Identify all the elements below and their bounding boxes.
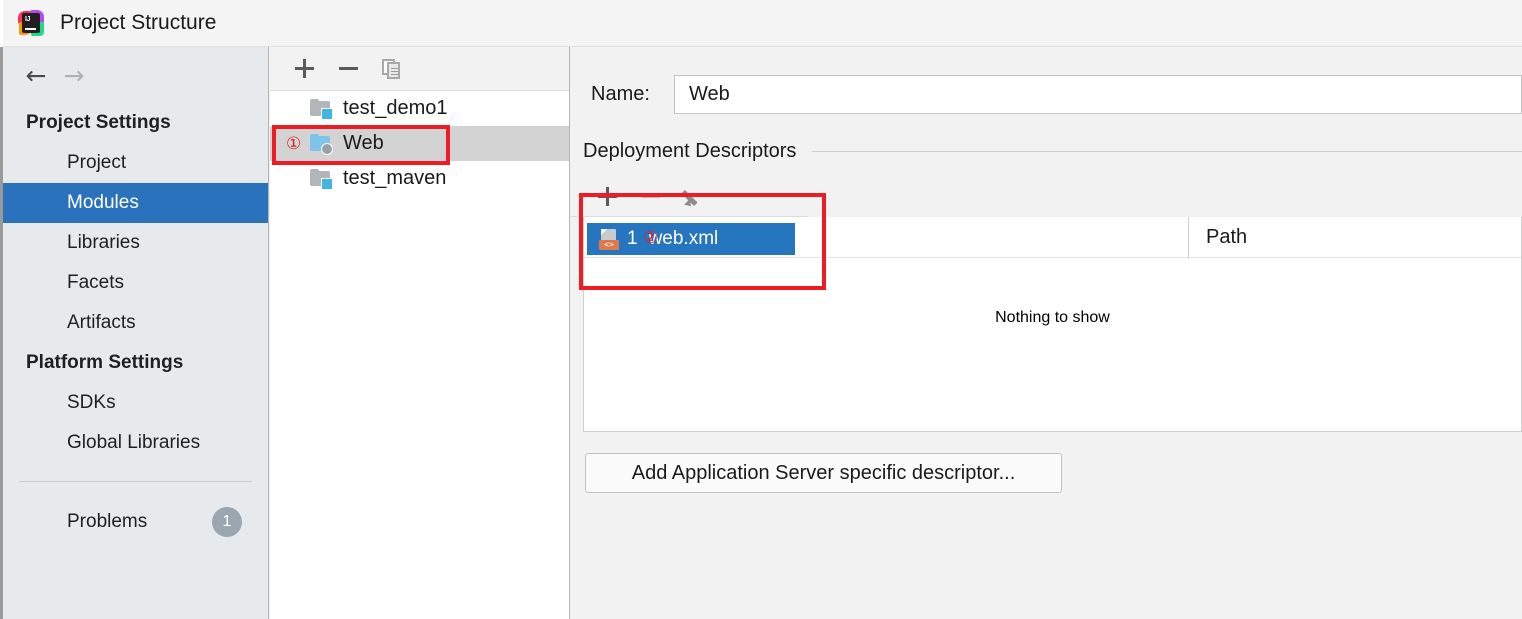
- module-details-panel: Name: Web Deployment Descriptors Path <>: [571, 47, 1522, 619]
- add-application-server-descriptor-button[interactable]: Add Application Server specific descript…: [585, 453, 1062, 493]
- window-titlebar: IJ Project Structure: [0, 0, 1522, 47]
- sidebar-item-global-libraries[interactable]: Global Libraries: [3, 423, 268, 463]
- module-name-row: Name: Web: [571, 74, 1522, 114]
- project-structure-dialog: IJ Project Structure ← → Project Setting…: [0, 0, 1522, 619]
- module-folder-icon: [310, 98, 333, 120]
- module-row-web[interactable]: ① Web: [270, 126, 569, 161]
- descriptors-toolbar: [571, 177, 808, 217]
- sidebar-item-sdks[interactable]: SDKs: [3, 383, 268, 423]
- intellij-idea-logo-icon: IJ: [18, 10, 44, 36]
- remove-descriptor-icon-button[interactable]: [629, 177, 673, 217]
- descriptors-table: Path <> 1 web.xml Nothing to show: [583, 217, 1522, 432]
- copy-icon: [382, 58, 402, 79]
- sidebar-item-facets[interactable]: Facets: [3, 263, 268, 303]
- annotation-marker-1: ①: [286, 133, 302, 154]
- sidebar-item-problems-label: Problems: [67, 511, 148, 532]
- problems-count-badge: 1: [212, 507, 242, 537]
- section-rule: [812, 151, 1522, 152]
- module-row-test-demo1[interactable]: test_demo1: [270, 91, 569, 126]
- sidebar-divider: [19, 481, 252, 482]
- xml-file-icon: <>: [599, 228, 621, 250]
- deployment-descriptors-header: Deployment Descriptors: [571, 140, 1522, 163]
- sidebar-nav-arrows: ← →: [3, 47, 268, 103]
- xml-badge-label: <>: [599, 239, 619, 250]
- module-row-test-maven[interactable]: test_maven: [270, 161, 569, 196]
- descriptor-name: web.xml: [648, 228, 719, 249]
- descriptor-number: 1: [627, 228, 638, 249]
- web-module-icon: [310, 133, 333, 155]
- sidebar-group-platform-settings: Platform Settings: [26, 352, 184, 373]
- empty-state: Nothing to show: [584, 309, 1521, 327]
- sidebar-group-project-settings: Project Settings: [26, 112, 171, 133]
- module-label: test_demo1: [343, 97, 448, 119]
- sidebar-item-project[interactable]: Project: [3, 143, 268, 183]
- modules-list-panel: test_demo1 ① Web test_maven: [270, 47, 570, 619]
- add-module-button[interactable]: [282, 49, 326, 89]
- module-folder-icon: [310, 168, 333, 190]
- arrow-left-icon[interactable]: ←: [17, 56, 55, 94]
- titlebar-left-edge: [0, 0, 3, 47]
- window-title: Project Structure: [60, 11, 217, 34]
- minus-icon: [641, 187, 661, 206]
- remove-module-button[interactable]: [326, 49, 370, 89]
- column-header-path[interactable]: Path: [1188, 217, 1247, 258]
- minus-icon: [338, 59, 358, 78]
- sidebar-item-libraries[interactable]: Libraries: [3, 223, 268, 263]
- plus-icon: [597, 187, 617, 206]
- module-label: test_maven: [343, 167, 447, 189]
- descriptor-row-web-xml[interactable]: <> 1 web.xml: [587, 223, 795, 255]
- add-descriptor-icon-button[interactable]: [585, 177, 629, 217]
- module-name-label: Name:: [591, 82, 650, 105]
- pencil-icon: [681, 186, 706, 209]
- empty-state-text: Nothing to show: [995, 309, 1110, 326]
- settings-sidebar: ← → Project Settings Project Modules Lib…: [3, 47, 269, 619]
- sidebar-item-modules[interactable]: Modules: [3, 183, 268, 223]
- modules-toolbar: [270, 47, 569, 91]
- edit-descriptor-icon-button[interactable]: [673, 177, 717, 217]
- sidebar-item-problems[interactable]: Problems 1: [3, 502, 268, 542]
- deployment-descriptors-title: Deployment Descriptors: [583, 140, 797, 162]
- module-name-input[interactable]: Web: [674, 74, 1522, 114]
- module-label: Web: [343, 132, 384, 154]
- plus-icon: [294, 59, 314, 78]
- sidebar-item-artifacts[interactable]: Artifacts: [3, 303, 268, 343]
- copy-module-button[interactable]: [370, 49, 414, 89]
- arrow-right-icon[interactable]: →: [55, 56, 93, 94]
